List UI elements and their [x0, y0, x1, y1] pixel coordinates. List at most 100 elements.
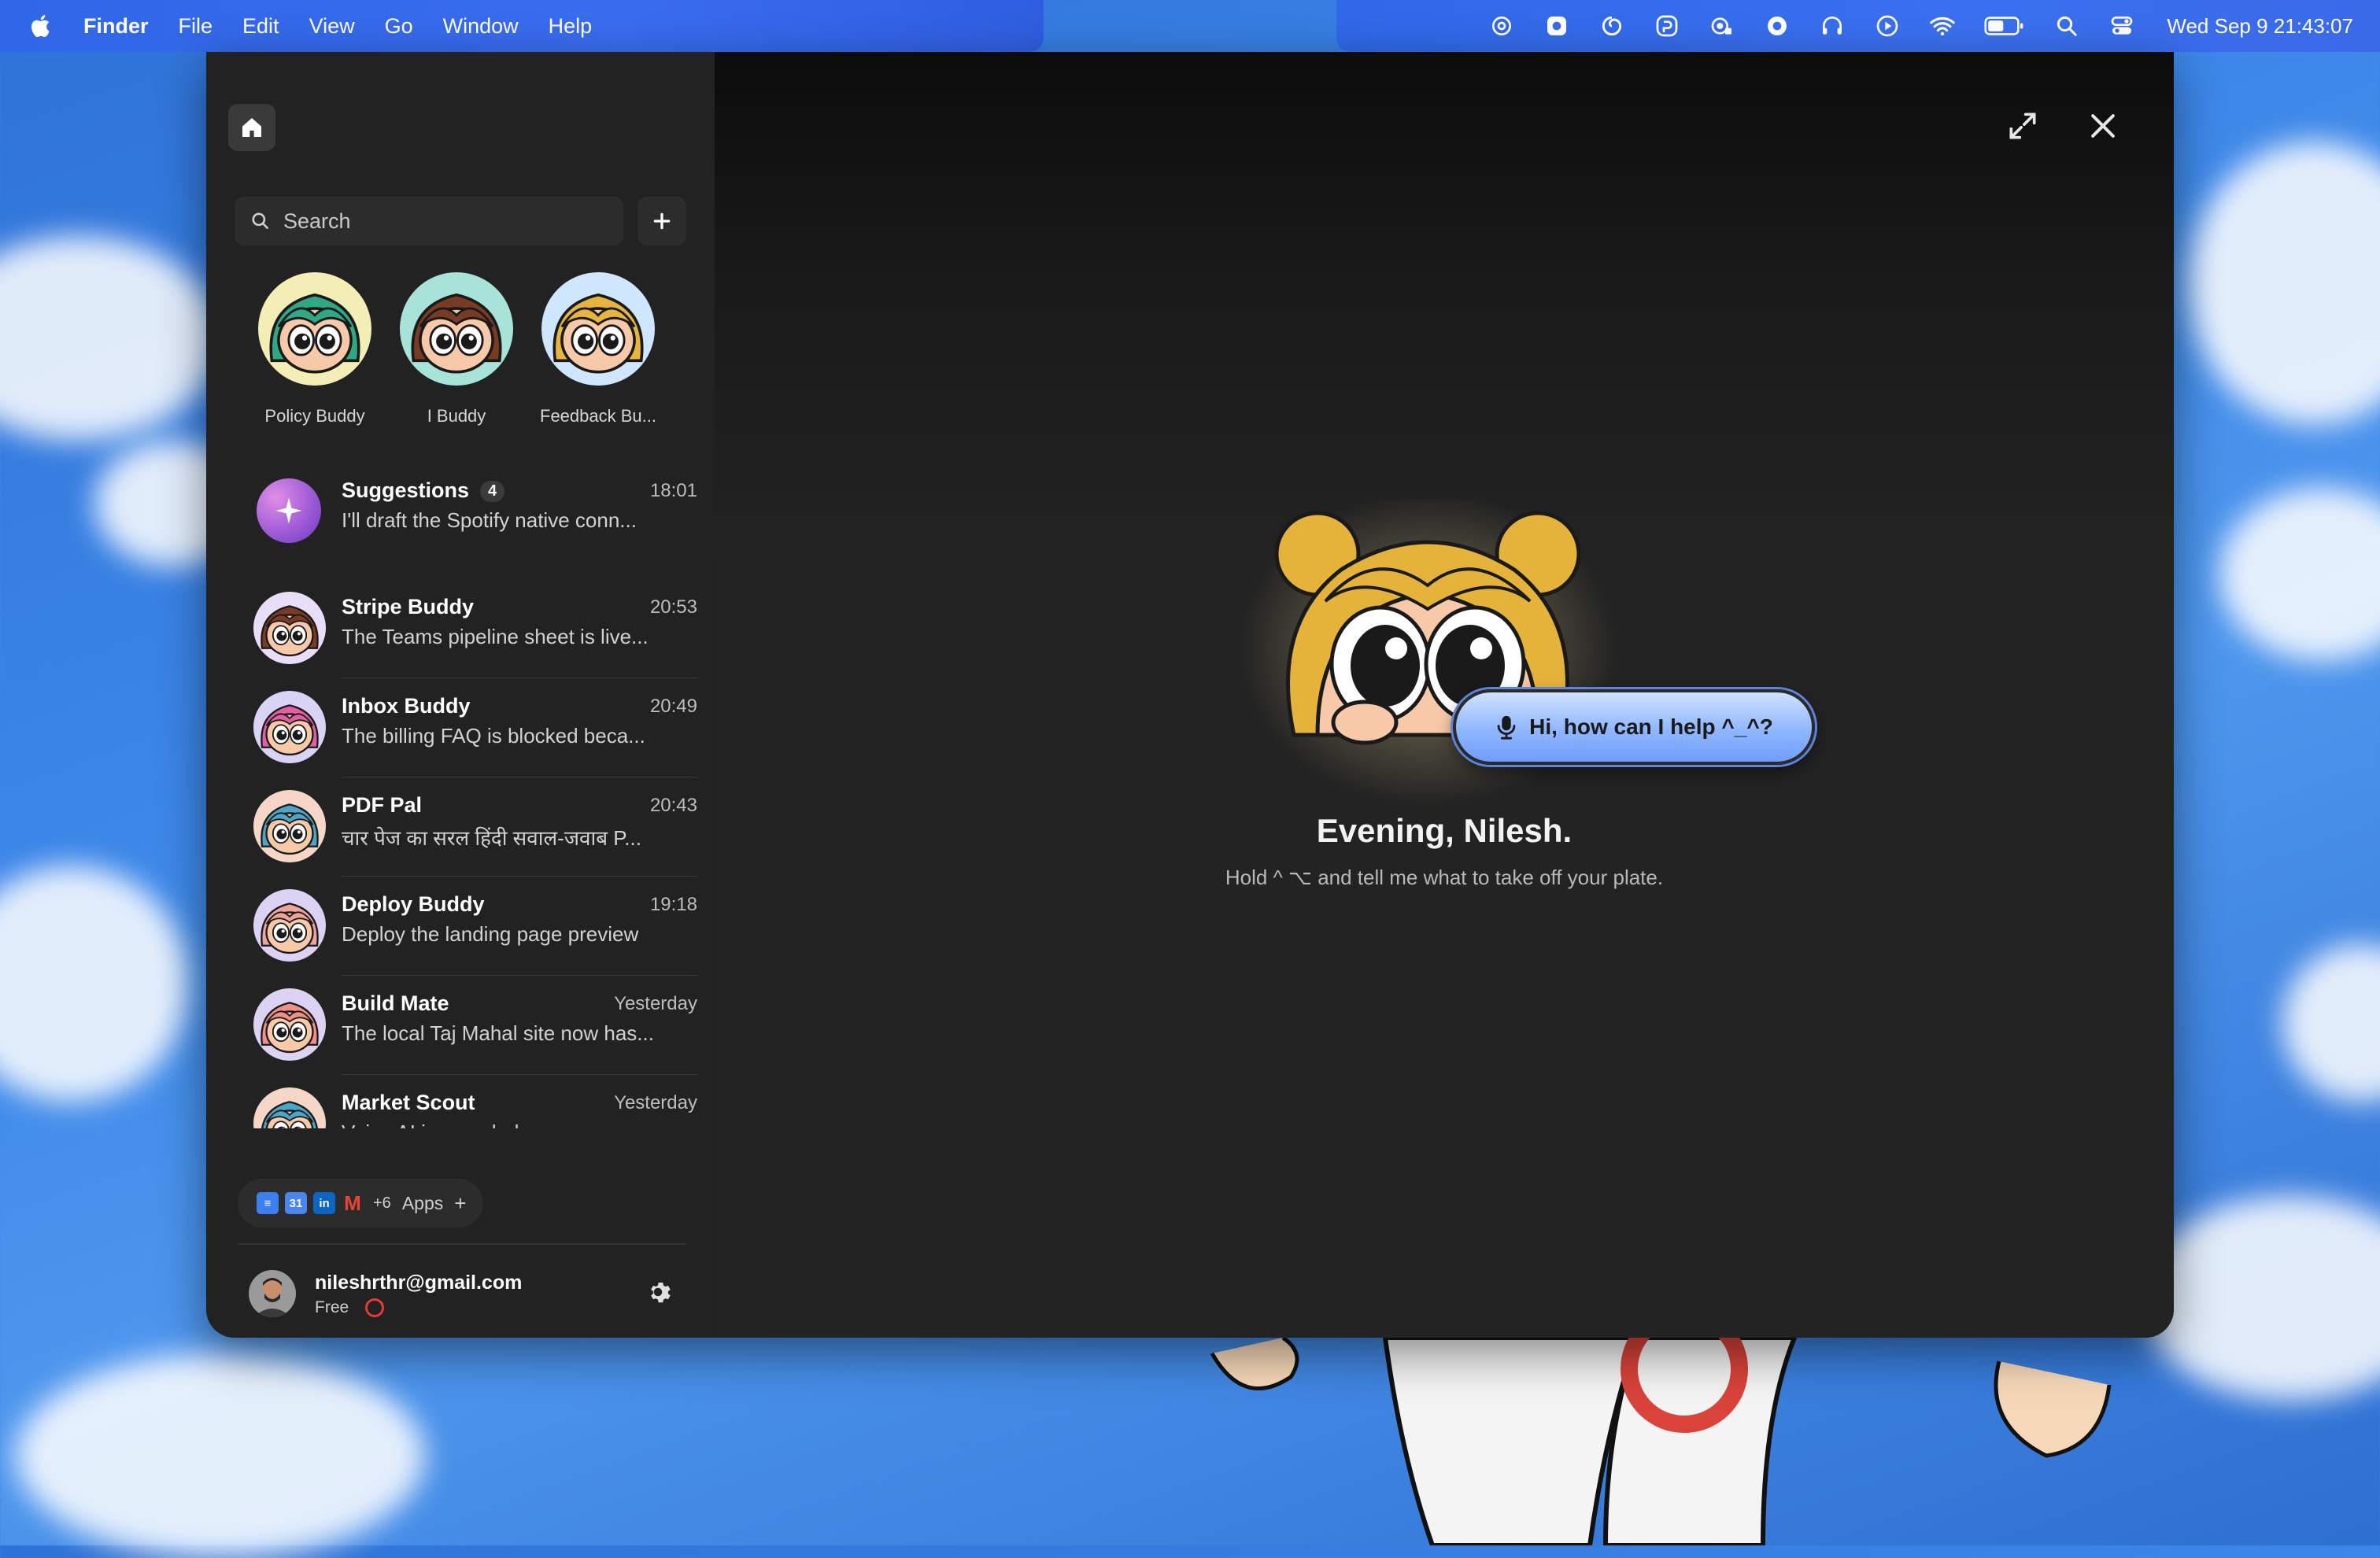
user-email: nileshrthr@gmail.com	[315, 1272, 523, 1294]
avatar	[253, 691, 326, 763]
headphones-icon[interactable]	[1819, 13, 1846, 39]
apps-more-count: +6	[373, 1194, 391, 1212]
desktop-character-illustration	[1210, 1338, 2112, 1545]
conversation-preview: चार पेज का सरल हिंदी सवाल-जवाब P...	[342, 826, 641, 850]
pinned-buddy-label: I Buddy	[427, 406, 486, 426]
conversation-preview: I'll draft the Spotify native conn...	[342, 508, 637, 532]
avatar	[541, 272, 655, 386]
sidebar: Policy Buddy I Buddy Feedback Bu... Sugg…	[206, 52, 715, 1338]
record-icon[interactable]	[1764, 13, 1791, 39]
conversation-name: Suggestions 4	[342, 478, 505, 503]
chatgpt-icon[interactable]	[1488, 13, 1515, 39]
avatar	[400, 272, 513, 386]
menu-view[interactable]: View	[309, 14, 355, 39]
plus-icon	[653, 212, 671, 230]
avatar	[253, 988, 326, 1061]
conversation-time: 19:18	[649, 894, 697, 915]
plan-label: Free	[315, 1298, 349, 1316]
google-docs-icon: ≡	[257, 1192, 279, 1214]
conversation-time: 18:01	[649, 480, 697, 501]
conversation-item[interactable]: Build Mate Yesterday The local Taj Mahal…	[253, 976, 713, 1075]
voice-help-label: Hi, how can I help ^_^?	[1529, 714, 1773, 739]
home-button[interactable]	[228, 104, 275, 151]
cast-icon[interactable]	[1709, 13, 1735, 39]
sparkle-icon	[275, 497, 302, 524]
new-chat-button[interactable]	[638, 197, 686, 246]
unread-badge: 4	[480, 481, 505, 502]
conversation-item[interactable]: PDF Pal 20:43 चार पेज का सरल हिंदी सवाल-…	[253, 777, 713, 877]
app-badge-icon[interactable]	[1543, 13, 1570, 39]
spiral-icon[interactable]	[1598, 13, 1625, 39]
pointer-app-icon[interactable]	[1654, 13, 1680, 39]
conversation-name: PDF Pal	[342, 793, 423, 817]
battery-icon[interactable]	[1984, 13, 2025, 39]
greeting: Evening, Nilesh.	[1316, 812, 1572, 849]
conversation-time: 20:49	[649, 696, 697, 717]
menu-help[interactable]: Help	[549, 14, 593, 39]
sparkle-avatar	[257, 478, 321, 543]
menu-window[interactable]: Window	[443, 14, 519, 39]
pinned-buddy[interactable]: I Buddy	[386, 272, 527, 426]
conversation-item[interactable]: Inbox Buddy 20:49 The billing FAQ is blo…	[253, 678, 713, 777]
gmail-icon: M	[344, 1191, 361, 1215]
app-window: Policy Buddy I Buddy Feedback Bu... Sugg…	[206, 52, 2174, 1338]
microphone-icon	[1497, 715, 1516, 740]
conversation-item[interactable]: Market Scout Yesterday Voice AI is crowd…	[253, 1075, 713, 1128]
user-avatar	[249, 1270, 296, 1317]
conversation-item[interactable]: Deploy Buddy 19:18 Deploy the landing pa…	[253, 877, 713, 976]
mascot-illustration	[1239, 499, 1617, 806]
status-bar: Wed Sep 9 21:43:07	[1336, 0, 2380, 52]
avatar	[258, 272, 371, 386]
avatar	[253, 790, 326, 862]
conversation-time: 20:53	[649, 596, 697, 618]
search-icon	[252, 212, 268, 229]
pinned-buddy[interactable]: Policy Buddy	[244, 272, 386, 426]
google-calendar-icon: 31	[285, 1192, 307, 1214]
menu-bar: Finder File Edit View Go Window Help	[0, 0, 1044, 52]
expand-icon[interactable]	[2005, 109, 2040, 143]
avatar	[253, 889, 326, 962]
menu-file[interactable]: File	[179, 14, 213, 39]
avatar	[253, 1087, 326, 1128]
conversation-preview: The local Taj Mahal site now has...	[342, 1021, 654, 1045]
apps-label: Apps	[401, 1192, 444, 1213]
search-input[interactable]	[282, 208, 600, 234]
pinned-buddy-label: Policy Buddy	[264, 406, 365, 426]
conversation-name: Stripe Buddy	[342, 595, 475, 618]
avatar	[253, 592, 326, 664]
conversation-time: 20:43	[649, 795, 697, 816]
search-box[interactable]	[235, 197, 623, 246]
close-icon[interactable]	[2086, 109, 2120, 143]
menu-clock[interactable]: Wed Sep 9 21:43:07	[2167, 14, 2353, 39]
connected-apps-button[interactable]: ≡ 31 in M +6 Apps +	[238, 1179, 484, 1228]
conversation-item[interactable]: Stripe Buddy 20:53 The Teams pipeline sh…	[253, 579, 713, 678]
conversation-time: Yesterday	[614, 1092, 697, 1113]
apps-plus: +	[454, 1191, 467, 1215]
usage-ring-icon	[365, 1298, 384, 1317]
conversation-name: Deploy Buddy	[342, 892, 485, 916]
settings-gear-icon[interactable]	[644, 1278, 672, 1306]
hint-text: Hold ^ ⌥ and tell me what to take off yo…	[1225, 866, 1664, 889]
conversation-preview: Deploy the landing page preview	[342, 922, 639, 946]
voice-help-button[interactable]: Hi, how can I help ^_^?	[1453, 689, 1815, 765]
pinned-buddy[interactable]: Feedback Bu...	[527, 272, 669, 426]
pinned-buddy-label: Feedback Bu...	[540, 406, 656, 426]
main-panel: Hi, how can I help ^_^? Evening, Nilesh.…	[715, 52, 2174, 1338]
apple-logo-icon[interactable]	[28, 13, 55, 39]
conversation-time: Yesterday	[614, 993, 697, 1014]
wifi-icon[interactable]	[1929, 13, 1956, 39]
home-icon	[242, 118, 261, 137]
control-center-icon[interactable]	[2108, 13, 2135, 39]
conversation-suggestions[interactable]: Suggestions 4 18:01 I'll draft the Spotif…	[253, 463, 713, 562]
play-circle-icon[interactable]	[1874, 13, 1901, 39]
menu-app-name[interactable]: Finder	[83, 14, 149, 39]
spotlight-search-icon[interactable]	[2053, 13, 2080, 39]
menu-go[interactable]: Go	[385, 14, 413, 39]
conversation-name: Inbox Buddy	[342, 694, 471, 718]
conversation-name: Market Scout	[342, 1091, 475, 1114]
conversation-name: Build Mate	[342, 991, 449, 1015]
conversation-preview: Voice AI is crowded on conversa...	[342, 1121, 688, 1128]
menu-edit[interactable]: Edit	[242, 14, 279, 39]
conversation-list-clip: Market Scout Yesterday Voice AI is crowd…	[206, 1075, 715, 1128]
conversation-preview: The Teams pipeline sheet is live...	[342, 625, 649, 648]
